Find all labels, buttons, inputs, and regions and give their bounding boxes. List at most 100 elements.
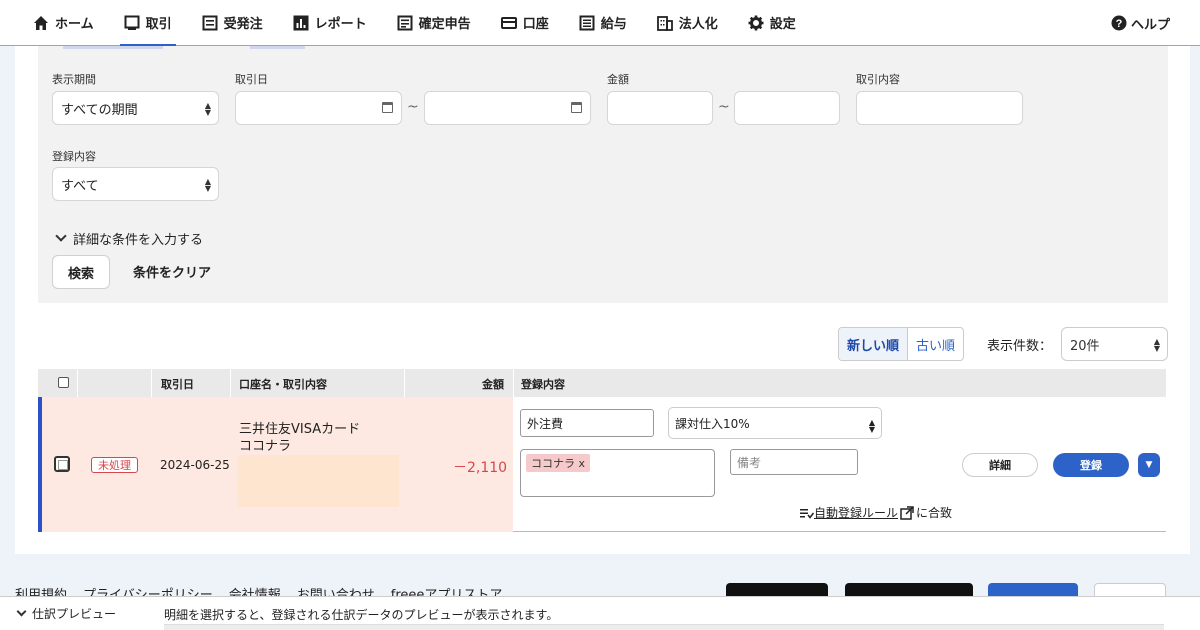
header-account: 口座名・取引内容 [239,378,327,391]
external-link-icon[interactable] [900,505,914,520]
tab-indicator [250,46,305,49]
tab-indicator [63,46,163,49]
page-margin [1190,46,1200,596]
date-range-tilde: ~ [407,99,419,115]
auto-rule-suffix: に合致 [916,506,953,520]
memo-placeholder: 備考 [737,455,762,470]
nav-payroll-label: 給与 [600,17,627,32]
nav-reports[interactable]: レポート [293,0,367,46]
order-icon [202,15,218,30]
content-input[interactable] [856,91,1023,125]
row-checkbox[interactable] [54,456,70,472]
select-arrows-icon: ▲ ▼ [868,418,875,434]
status-badge: 未処理 [91,457,138,473]
column-divider [230,369,231,397]
nav-settings-label: 設定 [769,17,796,32]
search-button[interactable]: 検索 [52,255,110,289]
nav-incorporation[interactable]: 法人化 [656,0,718,46]
sort-toggle: 新しい順 古い順 [838,327,965,361]
date-label: 取引日 [235,73,268,86]
per-page-select[interactable]: 20件 ▲ ▼ [1061,327,1168,361]
column-divider [513,369,514,397]
calendar-icon[interactable] [571,102,582,113]
detail-button[interactable]: 詳細 [962,453,1038,477]
table-row: 未処理 2024-06-25 三井住友VISAカード ココナラ －2,110 外… [38,397,1166,532]
partner-tag[interactable]: ココナラ x [526,454,591,472]
nav-orders-label: 受発注 [223,17,263,32]
help-icon: ? [1111,15,1127,31]
calendar-icon[interactable] [382,102,393,113]
row-summary: 未処理 2024-06-25 三井住友VISAカード ココナラ －2,110 [38,397,513,532]
registration-value: すべて [61,178,99,194]
period-select[interactable]: すべての期間 ▲ ▼ [52,91,219,125]
nav-settings[interactable]: 設定 [748,0,796,46]
account-category-value: 外注費 [527,416,564,431]
nav-accounts[interactable]: 口座 [500,0,549,46]
nav-tax-return[interactable]: 確定申告 [397,0,471,46]
preview-message: 明細を選択すると、登録される仕訳データのプレビューが表示されます。 [164,608,559,622]
building-icon [656,15,673,31]
amount-range-tilde: ~ [718,99,730,115]
sort-oldest-button[interactable]: 古い順 [908,328,963,360]
gear-icon [748,15,764,30]
table-header: 取引日 口座名・取引内容 金額 登録内容 [38,369,1166,397]
column-divider [77,369,78,397]
period-label: 表示期間 [52,73,96,86]
header-amount: 金額 [482,378,504,391]
preview-table-edge [164,624,1164,630]
nav-accounts-label: 口座 [522,17,549,32]
transaction-description: ココナラ [239,439,292,454]
tax-category-value: 課対仕入10% [675,416,750,431]
nav-orders[interactable]: 受発注 [202,0,263,46]
rule-list-icon [800,508,814,519]
register-button[interactable]: 登録 [1053,453,1129,477]
nav-incorporation-label: 法人化 [678,17,718,32]
select-all-checkbox[interactable] [58,377,69,388]
date-from-input[interactable] [235,91,402,125]
nav-payroll[interactable]: 給与 [579,0,627,46]
journal-preview-bar: 仕訳プレビュー 明細を選択すると、登録される仕訳データのプレビューが表示されます… [0,596,1200,630]
account-category-input[interactable]: 外注費 [520,409,654,437]
content-label: 取引内容 [856,73,900,86]
report-icon [293,15,309,30]
nav-tax-return-label: 確定申告 [418,17,471,32]
amount-label: 金額 [607,73,629,86]
help-link[interactable]: ? ヘルプ [1111,0,1170,46]
help-label: ヘルプ [1130,17,1170,33]
top-navigation: ホーム 取引 受発注 レポート 確定申告 口座 給与 法人化 設定 ? ヘルプ [0,0,1200,47]
nav-home[interactable]: ホーム [33,0,94,46]
select-arrows-icon: ▲ ▼ [1153,337,1160,353]
home-icon [34,15,48,30]
clear-conditions-button[interactable]: 条件をクリア [133,262,211,281]
amount-max-input[interactable] [734,91,840,125]
nav-home-label: ホーム [55,17,94,32]
partner-tag-input[interactable]: ココナラ x [520,449,715,497]
header-registration: 登録内容 [521,378,565,391]
highlight-area [237,455,399,507]
auto-rule-link[interactable]: 自動登録ルール [814,504,898,521]
period-value: すべての期間 [61,102,138,118]
nav-reports-label: レポート [314,17,367,32]
memo-input[interactable]: 備考 [730,449,858,475]
registration-select[interactable]: すべて ▲ ▼ [52,167,219,201]
nav-transactions-label: 取引 [145,17,172,32]
caret-down-icon: ▼ [1145,460,1153,470]
detail-conditions-toggle[interactable]: 詳細な条件を入力する [55,229,204,248]
sort-newest-button[interactable]: 新しい順 [839,328,909,360]
transaction-date: 2024-06-25 [160,458,230,472]
register-options-button[interactable]: ▼ [1138,453,1160,477]
amount-min-input[interactable] [607,91,713,125]
preview-toggle[interactable]: 仕訳プレビュー [16,605,116,622]
header-date: 取引日 [161,378,194,391]
chevron-down-icon [55,230,67,242]
tax-category-select[interactable]: 課対仕入10% ▲ ▼ [668,407,882,439]
chevron-down-icon [16,606,27,617]
date-to-input[interactable] [424,91,591,125]
tax-return-icon [397,15,413,30]
nav-transactions[interactable]: 取引 [119,0,176,47]
detail-conditions-label: 詳細な条件を入力する [73,233,204,248]
column-divider [151,369,152,397]
transaction-icon [124,15,140,30]
column-divider [404,369,405,397]
account-name: 三井住友VISAカード [239,422,361,437]
